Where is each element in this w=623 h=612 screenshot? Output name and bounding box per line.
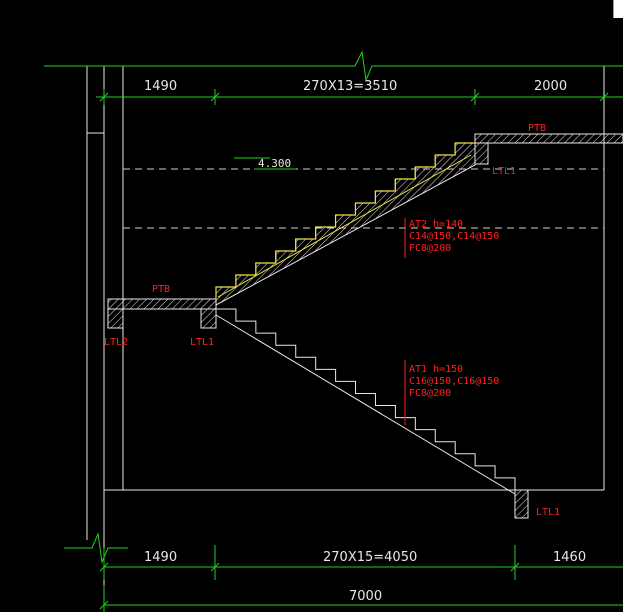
at1-line2: C16@150,C16@150: [409, 376, 499, 387]
upper-landing-slab: [474, 133, 623, 165]
stair-section-drawing: 1490 270X13=3510 2000 1490 270X15=4050 1…: [44, 50, 623, 612]
lower-flight-at1: [215, 308, 516, 495]
ltl1-upper-label: LTL1: [492, 166, 516, 177]
ptb-lower-label: PTB: [152, 284, 170, 295]
at2-line2: C14@150,C14@150: [409, 231, 499, 242]
top-dim-middle: 270X13=3510: [303, 79, 397, 94]
ltl2-label: LTL2: [104, 337, 128, 348]
top-break-line: [44, 50, 623, 82]
bottom-break-line: [64, 532, 128, 564]
bottom-dim-middle: 270X15=4050: [323, 550, 417, 565]
wall-outline: [86, 66, 605, 600]
top-dim-right: 2000: [534, 79, 567, 94]
at2-line1: AT2 h=140: [409, 219, 463, 230]
ptb-upper-label: PTB: [528, 123, 546, 134]
lower-landing-slab: [107, 298, 217, 329]
lower-flight-steps: [216, 308, 516, 490]
at2-line3: FC8@200: [409, 243, 451, 254]
lower-flight-soffit: [215, 314, 516, 495]
bottom-dim-left: 1490: [144, 550, 177, 565]
ltl1-mid-label: LTL1: [190, 337, 214, 348]
at1-line1: AT1 h=150: [409, 364, 463, 375]
bottom-beam: [514, 489, 529, 519]
top-dim-left: 1490: [144, 79, 177, 94]
at1-line3: FC8@200: [409, 388, 451, 399]
window-corner: [613, 0, 623, 18]
elevation-label: 4.300: [258, 157, 291, 170]
bottom-dim-right: 1460: [553, 550, 586, 565]
total-dim: 7000: [349, 589, 382, 604]
ltl1-bottom-label: LTL1: [536, 507, 560, 518]
